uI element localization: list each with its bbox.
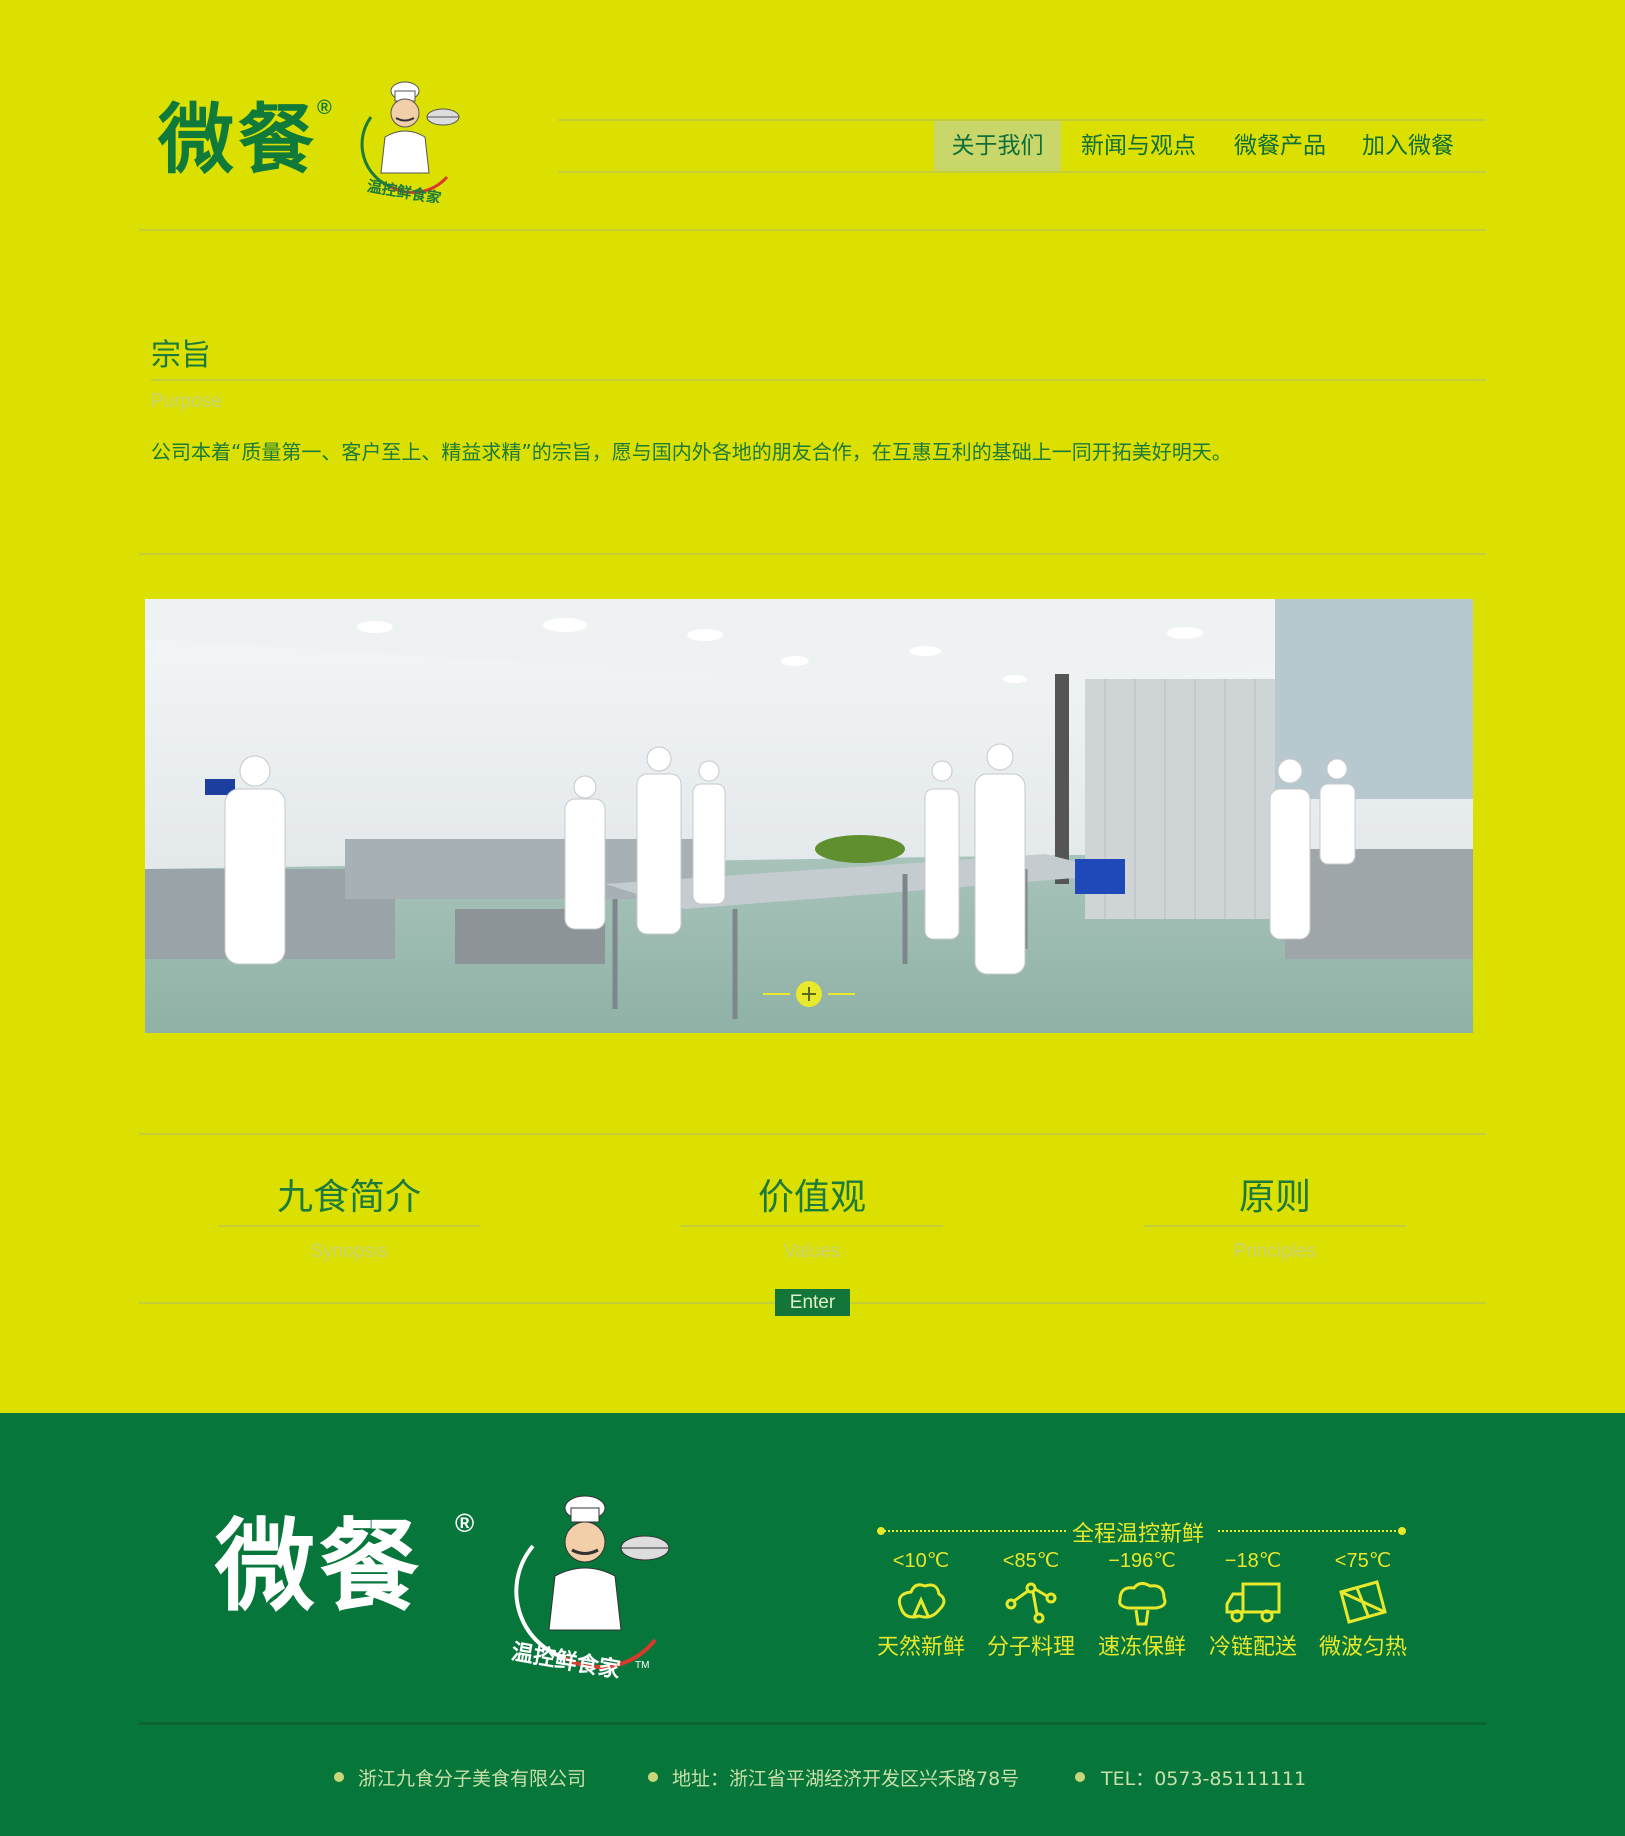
purpose-text: 公司本着“质量第一、客户至上、精益求精”的宗旨，愿与国内外各地的朋友合作，在互惠…: [151, 440, 1232, 464]
cards-top-rule: [139, 1133, 1486, 1135]
enter-button[interactable]: Enter: [775, 1289, 850, 1316]
feature-label-4: 冷链配送: [1208, 1635, 1297, 1660]
footer-chef-mascot-icon: 温控鲜食家 TM: [509, 1495, 670, 1680]
purpose-divider: [139, 553, 1486, 555]
feature-label-3: 速冻保鲜: [1097, 1635, 1186, 1660]
kitchen-illustration: [145, 599, 1473, 1033]
card-values-rule: [681, 1225, 943, 1227]
tagline-text: 全程温控新鲜: [1072, 1522, 1205, 1547]
contact-phone: TEL：0573-85111111: [1101, 1768, 1307, 1790]
feature-label-1: 天然新鲜: [876, 1635, 965, 1660]
vegetable-icon: [897, 1583, 946, 1619]
footer-registered-mark: ®: [455, 1508, 475, 1538]
nav-bottom-rule: [558, 171, 1486, 173]
tagline-rule-right: [1218, 1530, 1404, 1532]
feature-temp-5: <75℃: [1334, 1550, 1392, 1572]
bullet-dot: [334, 1772, 344, 1782]
truck-icon: [1225, 1582, 1281, 1623]
nav-item-news[interactable]: 新闻与观点: [1070, 121, 1207, 171]
feature-label-5: 微波匀热: [1318, 1635, 1407, 1660]
card-synopsis-title[interactable]: 九食简介: [218, 1168, 480, 1220]
feature-temp-2: <85℃: [1002, 1550, 1060, 1572]
logo-text: 微餐: [158, 95, 318, 184]
footer-logo-text: 微餐: [215, 1507, 423, 1625]
card-principles-subtitle: Principles: [1233, 1241, 1317, 1262]
feature-temp-1: <10℃: [892, 1550, 950, 1572]
contact-company: 浙江九食分子美食有限公司: [358, 1768, 587, 1790]
logo[interactable]: 微餐 ® 温控鲜食家: [155, 75, 475, 205]
purpose-title-rule: [151, 379, 1486, 381]
card-principles-rule: [1144, 1225, 1406, 1227]
footer-mascot-tm: TM: [635, 1660, 649, 1671]
nav-item-products[interactable]: 微餐产品: [1218, 121, 1342, 171]
purpose-subtitle: Purpose: [151, 391, 222, 412]
microwave-icon: [1339, 1580, 1387, 1624]
footer-logo: 微餐 ® 温控鲜食家 TM: [215, 1490, 685, 1680]
card-principles-title[interactable]: 原则: [1144, 1168, 1406, 1220]
nav-item-about[interactable]: 关于我们: [934, 121, 1061, 171]
card-synopsis-rule: [218, 1225, 480, 1227]
footer-mascot-caption: 温控鲜食家: [509, 1639, 623, 1680]
feature-temp-3: −196℃: [1108, 1550, 1176, 1572]
molecule-icon: [1005, 1582, 1057, 1624]
bullet-dot: [1075, 1772, 1085, 1782]
tagline-dot-left: [877, 1527, 885, 1535]
header-divider: [139, 229, 1486, 231]
bullet-dot: [648, 1772, 658, 1782]
mascot-caption: 温控鲜食家: [366, 177, 443, 203]
card-values-subtitle: Values: [783, 1241, 841, 1262]
card-synopsis-subtitle: Synopsis: [310, 1241, 388, 1262]
card-values-title[interactable]: 价值观: [681, 1168, 943, 1220]
feature-temp-4: −18℃: [1224, 1550, 1282, 1572]
nav-item-join[interactable]: 加入微餐: [1350, 121, 1466, 171]
chef-mascot-icon: 温控鲜食家: [360, 81, 460, 203]
feature-label-2: 分子料理: [986, 1635, 1075, 1660]
contact-address: 地址：浙江省平湖经济开发区兴禾路78号: [672, 1768, 1020, 1790]
tagline-dot-right: [1398, 1527, 1406, 1535]
footer-divider: [139, 1722, 1486, 1725]
kitchen-photo: [145, 599, 1473, 1033]
purpose-title: 宗旨: [151, 338, 211, 373]
tagline-rule-left: [880, 1530, 1066, 1532]
registered-mark: ®: [317, 97, 332, 119]
broccoli-icon: [1118, 1581, 1167, 1626]
